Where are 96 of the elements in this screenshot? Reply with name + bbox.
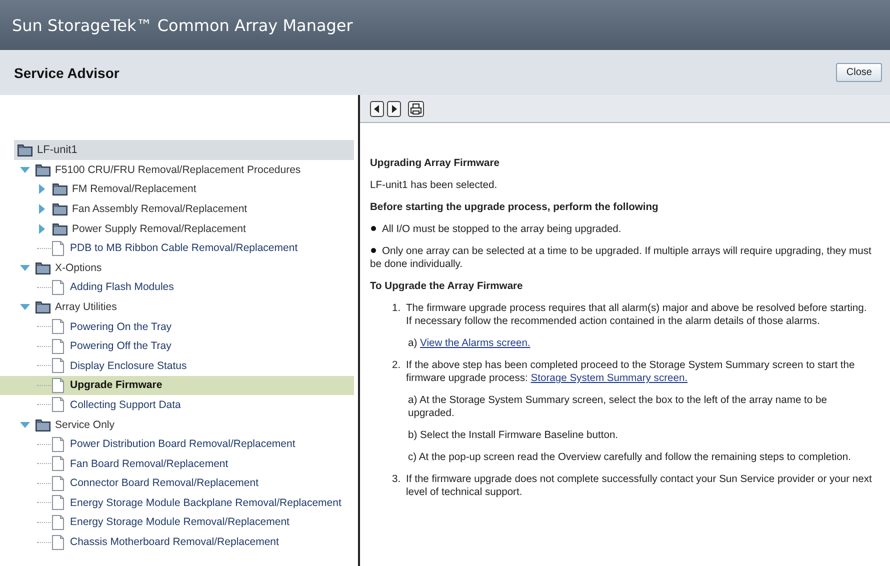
document-link: Upgrade Firmware — [70, 379, 162, 392]
step-text: If the firmware upgrade does not complete successfully contact your Sun Service provider or your next level of technical support. — [406, 473, 873, 499]
folder-label: F5100 CRU/FRU Removal/Replacement Procedures — [55, 164, 301, 176]
substep-text: b) Select the Install Firmware Baseline button. — [407, 429, 620, 442]
tree-item[interactable]: Upgrade Firmware — [0, 376, 354, 396]
substep-text: a) View the Alarms screen. — [407, 337, 532, 350]
section-title: Upgrading Array Firmware — [370, 157, 501, 170]
substep-text: c) At the pop-up screen read the Overview carefully and follow the remaining steps to completion. — [407, 451, 852, 464]
page-title: Service Advisor — [14, 64, 120, 80]
document-link: Adding Flash Modules — [70, 281, 174, 294]
tree-item[interactable]: Energy Storage Module Removal/Replacement — [0, 512, 354, 532]
folder-icon — [35, 300, 51, 314]
folder-label: X-Options — [55, 262, 102, 274]
collapse-triangle-icon[interactable] — [20, 164, 30, 175]
document-icon — [52, 338, 64, 354]
tree-item[interactable]: Powering On the Tray — [0, 316, 354, 336]
document-link: Power Distribution Board Removal/Replacement — [70, 438, 296, 450]
window-title: Sun StorageTek™ Common Array Manager — [12, 16, 353, 34]
tree-item[interactable]: PDB to MB Ribbon Cable Removal/Replacement — [0, 238, 354, 258]
tree-item[interactable]: Chassis Motherboard Removal/Replacement — [0, 532, 354, 552]
tree-item[interactable]: Power Supply Removal/Replacement — [0, 218, 354, 238]
collapse-triangle-icon[interactable] — [20, 420, 30, 430]
tree-item[interactable]: Fan Board Removal/Replacement — [0, 454, 354, 474]
tree-root-row[interactable]: LF-unit1 — [14, 140, 354, 160]
document-link: Collecting Support Data — [70, 398, 181, 411]
tree-item[interactable]: Energy Storage Module Backplane Removal/Replacement — [0, 493, 354, 513]
document-link: PDB to MB Ribbon Cable Removal/Replacement — [70, 242, 298, 254]
tree-item[interactable]: FM Removal/Replacement — [0, 180, 354, 200]
document-icon — [52, 397, 64, 412]
document-link: Energy Storage Module Backplane Removal/Replacement — [70, 496, 342, 509]
document-icon — [52, 358, 64, 374]
bullet-text: All I/O must be stopped to the array being upgraded. — [370, 223, 874, 236]
document-icon — [52, 495, 64, 510]
close-button[interactable]: Close — [836, 63, 882, 82]
tree-item[interactable]: F5100 CRU/FRU Removal/Replacement Procedures — [0, 160, 354, 180]
document-icon — [52, 280, 64, 295]
tree-root-label: LF-unit1 — [37, 144, 78, 156]
document-icon — [52, 240, 64, 256]
document-icon — [52, 378, 64, 393]
step-text: The firmware upgrade process requires that all alarm(s) major and above be resolved before starting. If necessary follow the recommended action contained in the alarm details of those alarms. — [406, 302, 868, 328]
section-heading: To Upgrade the Array Firmware — [370, 280, 524, 293]
section-heading: Before starting the upgrade process, perform the following — [370, 201, 660, 214]
folder-icon — [52, 182, 68, 196]
step-number: 1. — [392, 302, 402, 316]
folder-label: FM Removal/Replacement — [72, 183, 196, 196]
tree-item[interactable]: Connector Board Removal/Replacement — [0, 474, 354, 494]
bullet-icon — [371, 248, 376, 254]
forward-button-icon[interactable] — [387, 100, 401, 116]
tree-item[interactable]: Service Only — [0, 414, 354, 434]
bullet-text: Only one array can be selected at a time to be upgraded. If multiple arrays will require upgrading, they must be done individually. — [370, 245, 872, 271]
folder-icon — [17, 143, 33, 157]
bullet-icon — [371, 226, 376, 232]
document-icon — [52, 514, 64, 530]
expand-triangle-icon[interactable] — [37, 224, 47, 234]
back-button-icon[interactable] — [370, 100, 384, 116]
step-text: If the above step has been completed proceed to the Storage System Summary screen to start the firmware upgrade process: Storage System Summary screen. — [406, 359, 856, 385]
tree-item[interactable]: Powering Off the Tray — [0, 336, 354, 356]
step-number: 2. — [392, 359, 402, 373]
folder-icon — [52, 202, 68, 216]
tree-item[interactable]: Adding Flash Modules — [0, 278, 354, 298]
tree-item[interactable]: Power Distribution Board Removal/Replacement — [0, 434, 354, 454]
tree-item[interactable]: X-Options — [0, 258, 354, 278]
expand-triangle-icon[interactable] — [37, 204, 47, 214]
folder-icon — [35, 162, 51, 177]
step-number: 3. — [392, 473, 402, 487]
document-link: Display Enclosure Status — [70, 360, 187, 372]
document-icon — [52, 476, 64, 491]
document-icon — [52, 436, 64, 452]
selection-note: LF-unit1 has been selected. — [370, 179, 498, 192]
document-icon — [52, 534, 64, 550]
document-link: Powering Off the Tray — [70, 340, 172, 352]
summary-link[interactable]: Storage System Summary screen. — [530, 373, 688, 384]
collapse-triangle-icon[interactable] — [20, 262, 30, 273]
tree-item[interactable]: Collecting Support Data — [0, 395, 354, 415]
document-icon — [52, 456, 64, 472]
folder-label: Array Utilities — [55, 300, 117, 313]
tree-item[interactable]: Fan Assembly Removal/Replacement — [0, 199, 354, 219]
expand-triangle-icon[interactable] — [37, 184, 47, 194]
folder-icon — [35, 418, 51, 432]
document-link: Fan Board Removal/Replacement — [70, 458, 228, 470]
document-link: Chassis Motherboard Removal/Replacement — [70, 536, 279, 548]
folder-icon — [35, 260, 51, 275]
alarms-link[interactable]: View the Alarms screen. — [420, 338, 530, 349]
folder-label: Fan Assembly Removal/Replacement — [72, 202, 248, 215]
document-link: Connector Board Removal/Replacement — [70, 477, 259, 490]
printer-icon[interactable] — [408, 100, 424, 116]
tree-item[interactable]: Display Enclosure Status — [0, 356, 354, 376]
folder-label: Service Only — [55, 418, 115, 431]
substep-text: a) At the Storage System Summary screen, select the box to the left of the array name to be upgraded. — [407, 394, 828, 420]
folder-icon — [52, 222, 68, 236]
document-link: Energy Storage Module Removal/Replacement — [70, 516, 290, 528]
document-link: Powering On the Tray — [70, 320, 172, 333]
folder-label: Power Supply Removal/Replacement — [72, 222, 246, 235]
tree-item[interactable]: Array Utilities — [0, 297, 354, 317]
document-icon — [52, 319, 64, 334]
collapse-triangle-icon[interactable] — [20, 302, 30, 312]
